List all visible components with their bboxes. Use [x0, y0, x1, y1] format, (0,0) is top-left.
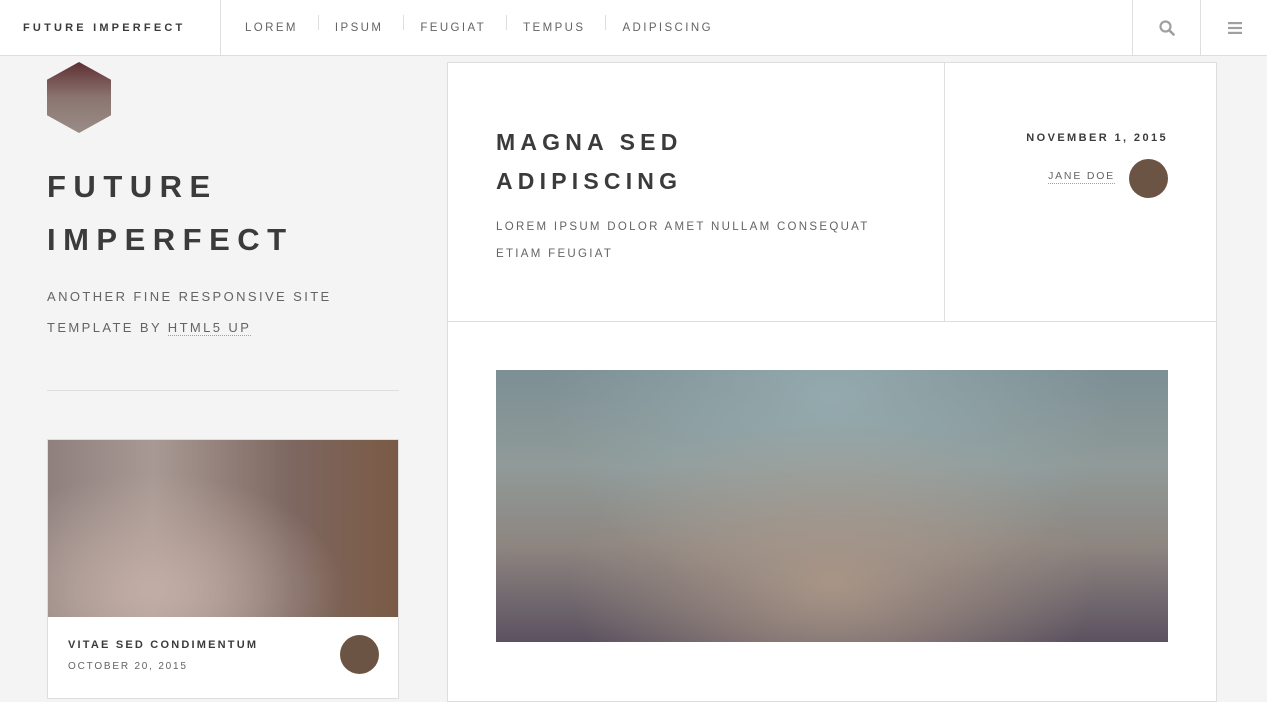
site-title-line: FUTURE: [47, 169, 218, 204]
nav-item-lorem[interactable]: LOREM: [221, 0, 318, 55]
mini-post-title[interactable]: VITAE SED CONDIMENTUM: [68, 639, 258, 651]
search-icon: [1158, 19, 1175, 36]
mini-post-date: OCTOBER 20, 2015: [68, 661, 188, 672]
post-meta: NOVEMBER 1, 2015 JANE DOE: [945, 63, 1216, 321]
html5up-link[interactable]: HTML5 UP: [167, 320, 252, 336]
post-title-area: MAGNA SED ADIPISCING LOREM IPSUM DOLOR A…: [448, 63, 945, 321]
hexagon-logo-icon[interactable]: [47, 62, 111, 133]
post-date: NOVEMBER 1, 2015: [1026, 132, 1168, 144]
mini-post-image[interactable]: [48, 440, 398, 617]
post-header: MAGNA SED ADIPISCING LOREM IPSUM DOLOR A…: [448, 63, 1216, 322]
nav-item-tempus[interactable]: TEMPUS: [507, 0, 605, 55]
post-featured-image[interactable]: [496, 370, 1168, 642]
nav-item-feugiat[interactable]: FEUGIAT: [404, 0, 506, 55]
site-header: FUTURE IMPERFECT LOREM IPSUM FEUGIAT TEM…: [0, 0, 1267, 56]
post-title[interactable]: MAGNA SED ADIPISCING: [496, 123, 896, 201]
brand-link[interactable]: FUTURE IMPERFECT: [0, 0, 221, 55]
post-title-line: ADIPISCING: [496, 168, 683, 194]
hamburger-menu-icon: [1227, 21, 1242, 34]
post-title-line: MAGNA SED: [496, 129, 683, 155]
main-nav: LOREM IPSUM FEUGIAT TEMPUS ADIPISCING: [221, 0, 733, 55]
nav-item-ipsum[interactable]: IPSUM: [319, 0, 403, 55]
sidebar-divider: [47, 390, 399, 391]
site-title-line: IMPERFECT: [47, 222, 294, 257]
post-subtitle: LOREM IPSUM DOLOR AMET NULLAM CONSEQUAT …: [496, 221, 870, 260]
menu-button[interactable]: [1200, 0, 1267, 55]
site-title: FUTURE IMPERFECT: [47, 160, 427, 266]
nav-item-adipiscing[interactable]: ADIPISCING: [606, 0, 732, 55]
post-author-link[interactable]: JANE DOE: [1048, 170, 1115, 184]
mini-post-card: VITAE SED CONDIMENTUM OCTOBER 20, 2015: [47, 439, 399, 699]
site-tagline: ANOTHER FINE RESPONSIVE SITE TEMPLATE BY…: [47, 281, 407, 343]
avatar[interactable]: [1129, 159, 1168, 198]
search-button[interactable]: [1132, 0, 1200, 55]
avatar[interactable]: [340, 635, 379, 674]
post-article: MAGNA SED ADIPISCING LOREM IPSUM DOLOR A…: [447, 62, 1217, 702]
